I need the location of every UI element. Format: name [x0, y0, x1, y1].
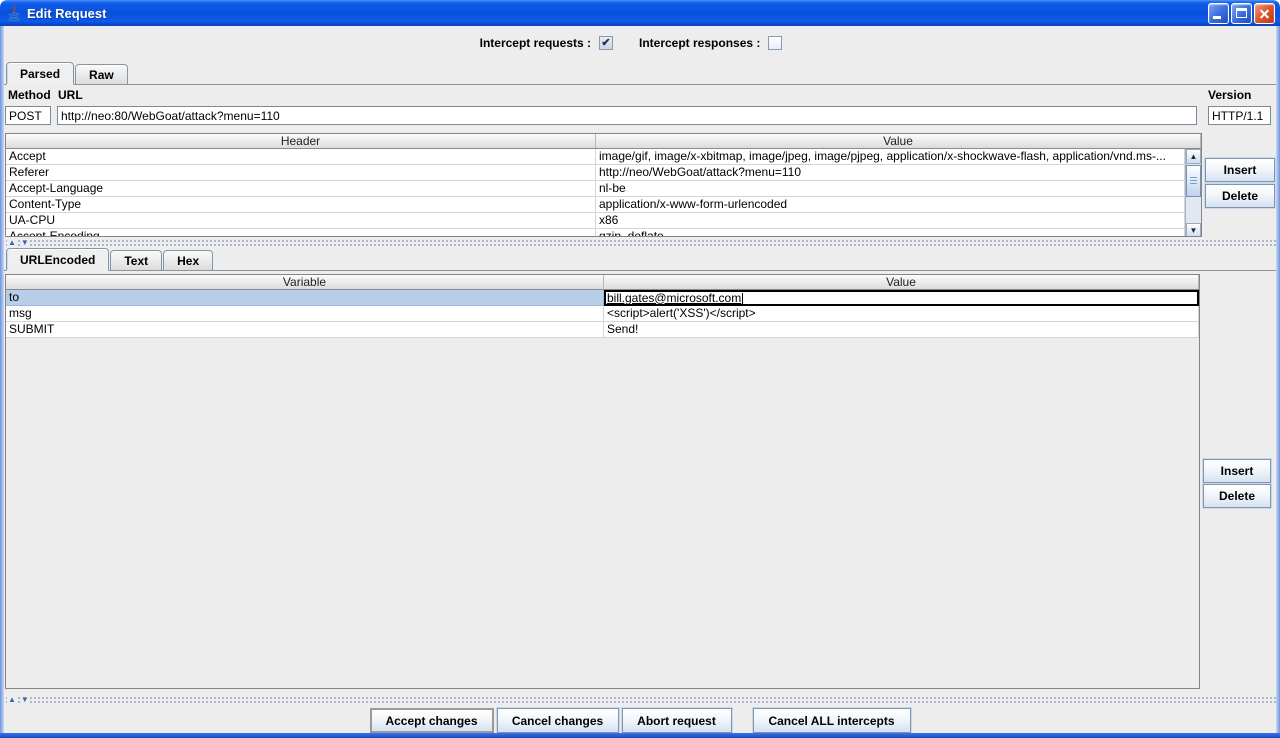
titlebar[interactable]: Edit Request: [0, 0, 1280, 26]
editor-text: bill.gates@microsoft.com: [607, 293, 741, 304]
footer-buttons: Accept changes Cancel changes Abort requ…: [0, 708, 1280, 733]
scrollbar-track[interactable]: [1186, 198, 1201, 223]
method-label: Method: [8, 88, 51, 102]
method-input[interactable]: [5, 106, 51, 125]
param-row-msg: msg <script>alert('XSS')</script>: [6, 306, 1199, 322]
window-title: Edit Request: [27, 6, 106, 21]
header-row-ua-cpu: UA-CPU x86: [6, 213, 1185, 229]
header-row-accept-language: Accept-Language nl-be: [6, 181, 1185, 197]
splitter-expand-icon[interactable]: ▼: [20, 696, 30, 704]
params-empty-area: [6, 338, 1199, 688]
header-name-cell[interactable]: Accept: [6, 149, 596, 165]
header-name-cell[interactable]: Accept-Language: [6, 181, 596, 197]
minimize-icon: [1213, 16, 1221, 19]
url-input[interactable]: [57, 106, 1197, 125]
headers-delete-button[interactable]: Delete: [1205, 184, 1275, 208]
body-tabbar: URLEncoded Text Hex: [4, 248, 1276, 271]
intercept-responses-checkbox[interactable]: ✔: [768, 36, 782, 50]
window-border-bottom: [0, 733, 1280, 738]
header-name-cell[interactable]: Accept-Encoding: [6, 229, 596, 237]
param-variable-cell[interactable]: SUBMIT: [6, 322, 604, 338]
intercept-requests-checkbox[interactable]: ✔: [599, 36, 613, 50]
tab-raw[interactable]: Raw: [75, 64, 128, 84]
column-variable[interactable]: Variable: [6, 275, 604, 289]
header-value-cell[interactable]: nl-be: [596, 181, 1185, 197]
intercept-responses-label: Intercept responses :: [639, 36, 760, 50]
header-value-cell[interactable]: image/gif, image/x-xbitmap, image/jpeg, …: [596, 149, 1185, 165]
maximize-button[interactable]: [1231, 3, 1252, 24]
headers-insert-button[interactable]: Insert: [1205, 158, 1275, 182]
column-value[interactable]: Value: [604, 275, 1199, 289]
text-caret: [742, 293, 743, 304]
param-variable-cell[interactable]: to: [6, 290, 604, 306]
tab-urlencoded[interactable]: URLEncoded: [6, 248, 109, 271]
tab-hex[interactable]: Hex: [163, 250, 213, 270]
version-input[interactable]: [1208, 106, 1271, 125]
minimize-button[interactable]: [1208, 3, 1229, 24]
params-table: Variable Value to bill.gates@microsoft.c…: [5, 274, 1200, 689]
params-table-header: Variable Value: [6, 275, 1199, 290]
scroll-down-button[interactable]: ▼: [1186, 223, 1201, 237]
tab-text[interactable]: Text: [110, 250, 162, 270]
window-border-right: [1276, 26, 1280, 733]
version-label: Version: [1208, 88, 1251, 102]
headers-scrollbar: ▲ ▼: [1185, 149, 1201, 237]
scrollbar-thumb[interactable]: [1186, 165, 1201, 197]
cancel-all-intercepts-button[interactable]: Cancel ALL intercepts: [753, 708, 911, 733]
param-variable-cell[interactable]: msg: [6, 306, 604, 322]
maximize-icon: [1236, 8, 1247, 18]
arrow-down-icon: ▼: [1190, 226, 1198, 235]
header-value-cell[interactable]: x86: [596, 213, 1185, 229]
header-row-content-type: Content-Type application/x-www-form-urle…: [6, 197, 1185, 213]
param-row-to: to bill.gates@microsoft.com: [6, 290, 1199, 306]
header-row-accept-encoding: Accept-Encoding gzip, deflate: [6, 229, 1185, 237]
header-row-accept: Accept image/gif, image/x-xbitmap, image…: [6, 149, 1185, 165]
headers-table-header: Header Value: [6, 134, 1201, 149]
intercept-requests-label: Intercept requests :: [480, 36, 591, 50]
header-row-referer: Referer http://neo/WebGoat/attack?menu=1…: [6, 165, 1185, 181]
scroll-up-button[interactable]: ▲: [1186, 149, 1201, 164]
splitter-collapse-icon[interactable]: ▲: [7, 239, 17, 247]
edit-request-window: Edit Request Intercept requests : ✔ Inte…: [0, 0, 1280, 738]
tab-parsed[interactable]: Parsed: [6, 62, 74, 85]
url-label: URL: [58, 88, 83, 102]
params-insert-button[interactable]: Insert: [1203, 459, 1271, 483]
splitter-collapse-icon[interactable]: ▲: [7, 696, 17, 704]
header-name-cell[interactable]: Content-Type: [6, 197, 596, 213]
header-value-cell[interactable]: http://neo/WebGoat/attack?menu=110: [596, 165, 1185, 181]
close-button[interactable]: [1254, 3, 1275, 24]
header-name-cell[interactable]: UA-CPU: [6, 213, 596, 229]
params-delete-button[interactable]: Delete: [1203, 484, 1271, 508]
headers-table: Header Value Accept image/gif, image/x-x…: [5, 133, 1202, 237]
intercept-options: Intercept requests : ✔ Intercept respons…: [0, 33, 1280, 53]
column-header[interactable]: Header: [6, 134, 596, 148]
header-name-cell[interactable]: Referer: [6, 165, 596, 181]
check-icon: ✔: [601, 38, 610, 49]
param-value-editor[interactable]: bill.gates@microsoft.com: [604, 290, 1199, 306]
abort-request-button[interactable]: Abort request: [622, 708, 732, 733]
request-tabbar: Parsed Raw: [4, 62, 1276, 85]
splitter-bottom[interactable]: ▲ ▼: [4, 695, 1276, 704]
window-border-left: [0, 26, 4, 733]
java-icon: [5, 4, 23, 22]
accept-changes-button[interactable]: Accept changes: [370, 708, 494, 733]
cancel-changes-button[interactable]: Cancel changes: [497, 708, 619, 733]
arrow-up-icon: ▲: [1190, 152, 1198, 161]
splitter-top[interactable]: ▲ ▼: [4, 238, 1276, 247]
splitter-expand-icon[interactable]: ▼: [20, 239, 30, 247]
param-value-cell[interactable]: <script>alert('XSS')</script>: [604, 306, 1199, 322]
header-value-cell[interactable]: application/x-www-form-urlencoded: [596, 197, 1185, 213]
param-value-cell[interactable]: Send!: [604, 322, 1199, 338]
header-value-cell[interactable]: gzip, deflate: [596, 229, 1185, 237]
column-value[interactable]: Value: [596, 134, 1201, 148]
param-row-submit: SUBMIT Send!: [6, 322, 1199, 338]
